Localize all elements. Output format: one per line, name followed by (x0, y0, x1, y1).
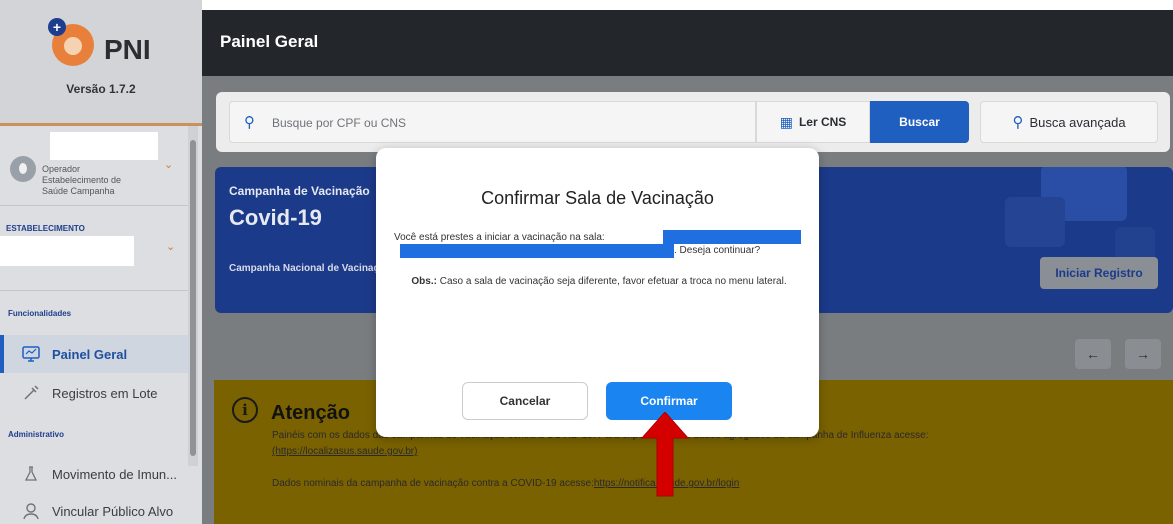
redacted-operator-name (50, 132, 158, 160)
busca-avancada-label: Busca avançada (1029, 114, 1126, 130)
redacted-estab-name[interactable] (0, 236, 134, 266)
scrollbar-thumb[interactable] (190, 140, 196, 456)
avatar (10, 156, 36, 182)
divider (0, 205, 188, 206)
sidebar: + PNI Versão 1.7.2 Operador Estabelecime… (0, 0, 202, 524)
user-icon (20, 502, 42, 520)
search-icon: ⚲ (1012, 114, 1024, 131)
divider (0, 290, 188, 291)
ler-cns-label: Ler CNS (798, 115, 847, 129)
sidebar-item-label: Movimento de Imun... (52, 466, 177, 482)
section-funcionalidades: Funcionalidades (8, 309, 72, 318)
sidebar-item-label: Registros em Lote (52, 385, 158, 401)
page-title: Painel Geral (220, 32, 319, 51)
operator-info: Operador Estabelecimento de Saúde Campan… (42, 164, 152, 197)
pni-logo-icon: + (48, 18, 94, 66)
localizasus-link[interactable]: (https://localizasus.saude.gov.br) (272, 446, 417, 457)
syringe-icon (20, 384, 42, 402)
sidebar-item-registros-em-lote[interactable]: Registros em Lote (0, 374, 188, 412)
chevron-down-icon[interactable]: ⌄ (164, 158, 173, 171)
chevron-down-icon[interactable]: ⌄ (166, 240, 175, 253)
sidebar-item-movimento-imun[interactable]: Movimento de Imun... (0, 455, 188, 493)
campaign-heading: Campanha de Vacinação (229, 184, 370, 198)
app-version: Versão 1.7.2 (66, 82, 136, 96)
operator-role: Operador (42, 164, 81, 174)
search-placeholder: Busque por CPF ou CNS (272, 116, 407, 130)
sidebar-item-painel-geral[interactable]: Painel Geral (0, 335, 188, 373)
top-bar: Painel Geral (202, 10, 1173, 76)
modal-title: Confirmar Sala de Vacinação (481, 188, 714, 208)
sidebar-item-label: Vincular Público Alvo (52, 503, 174, 519)
decor-square (1005, 197, 1065, 247)
modal-message-prefix: Você está prestes a iniciar a vacinação … (394, 232, 605, 243)
estab-label: ESTABELECIMENTO (6, 224, 85, 233)
flask-icon (20, 465, 42, 483)
campaign-name: Covid-19 (229, 205, 322, 230)
attention-text-2-label: Dados nominais da campanha de vacinação … (272, 478, 594, 489)
redacted-room-name (400, 244, 674, 258)
qr-code-icon: ▦ (779, 113, 793, 130)
cancel-button[interactable]: Cancelar (462, 382, 588, 420)
busca-avancada-button[interactable]: ⚲ Busca avançada (980, 101, 1158, 143)
obs-label: Obs.: (411, 276, 437, 287)
logo-face (64, 37, 82, 55)
operator-card[interactable]: Operador Estabelecimento de Saúde Campan… (0, 132, 188, 204)
campaign-subtitle: Campanha Nacional de Vacinação (229, 263, 391, 274)
modal-message-suffix: . Deseja continuar? (674, 245, 761, 256)
sidebar-item-vincular-publico[interactable]: Vincular Público Alvo (0, 492, 188, 524)
ler-cns-button[interactable]: ▦ Ler CNS (756, 101, 870, 143)
iniciar-registro-button[interactable]: Iniciar Registro (1040, 257, 1158, 289)
carousel-next-button[interactable]: → (1125, 339, 1161, 369)
obs-text: Caso a sala de vacinação seja diferente,… (436, 276, 787, 287)
sidebar-item-label: Painel Geral (52, 346, 128, 362)
info-icon: i (232, 397, 258, 423)
plus-badge-icon: + (48, 18, 66, 36)
redacted-room-name (663, 230, 801, 244)
carousel-prev-button[interactable]: ← (1075, 339, 1111, 369)
operator-estab-2: Saúde Campanha (42, 186, 115, 196)
operator-estab-1: Estabelecimento de (42, 175, 122, 185)
red-arrow-annotation (640, 412, 690, 497)
scrollbar-track[interactable] (188, 126, 198, 466)
monitor-icon (20, 345, 42, 363)
section-administrativo: Administrativo (8, 430, 65, 439)
search-icon: ⚲ (244, 114, 255, 131)
app-name: PNI (104, 34, 151, 65)
search-input[interactable]: ⚲ Busque por CPF ou CNS (229, 101, 756, 143)
confirm-room-modal: Confirmar Sala de Vacinação Você está pr… (376, 148, 819, 437)
logo-area: + PNI Versão 1.7.2 (0, 0, 202, 126)
attention-title: Atenção (271, 402, 350, 424)
modal-obs: Obs.: Caso a sala de vacinação seja dife… (400, 275, 798, 289)
buscar-button[interactable]: Buscar (870, 101, 969, 143)
